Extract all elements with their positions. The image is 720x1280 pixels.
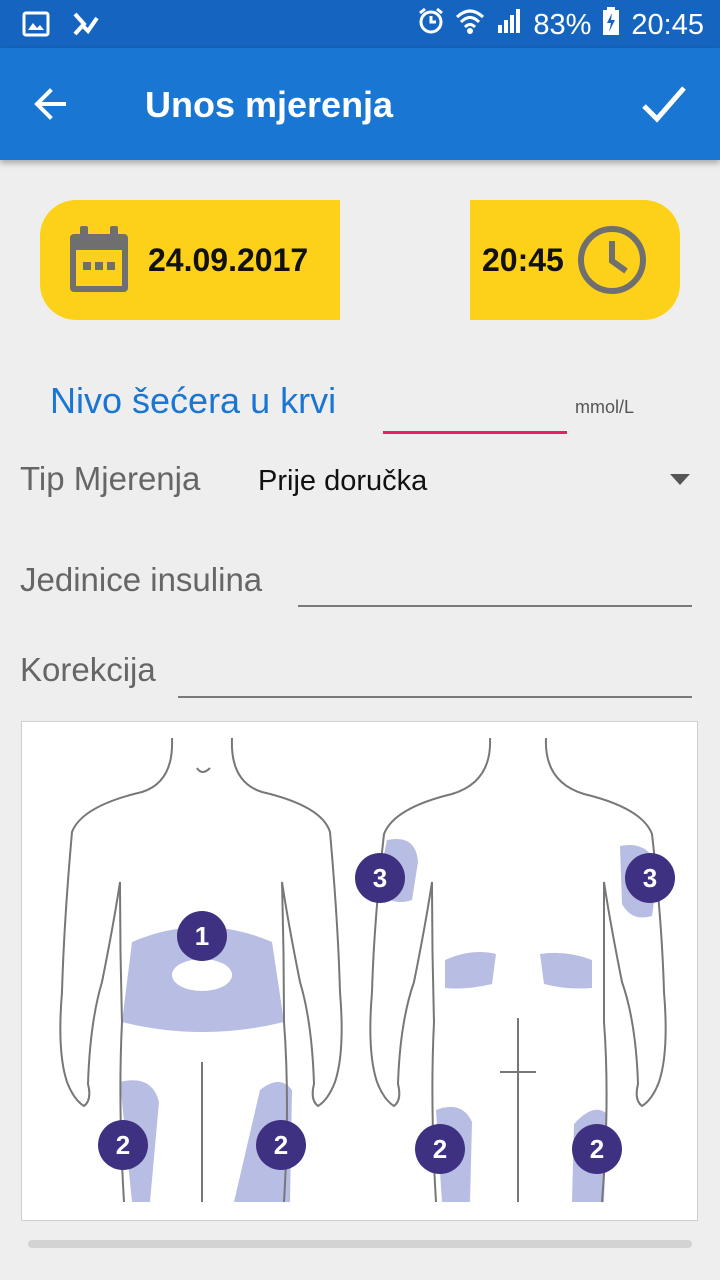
zone-marker[interactable]: 2 — [572, 1124, 622, 1174]
blood-sugar-input[interactable] — [383, 380, 567, 430]
status-time: 20:45 — [631, 8, 704, 41]
blood-sugar-unit: mmol/L — [575, 397, 635, 417]
horizontal-scrollbar[interactable] — [28, 1240, 692, 1248]
zone-back-hip-left — [445, 952, 496, 989]
measurement-type-label: Tip Mjerenja — [20, 460, 201, 497]
zone-marker[interactable]: 1 — [177, 911, 227, 961]
time-picker-button[interactable]: 20:45 — [470, 200, 680, 320]
battery-charging-icon — [601, 6, 621, 44]
app-bar: Unos mjerenja — [0, 48, 720, 160]
insulin-units-label: Jedinice insulina — [20, 561, 263, 598]
battery-percent: 83% — [533, 8, 592, 41]
zone-marker[interactable]: 2 — [256, 1120, 306, 1170]
date-value: 24.09.2017 — [148, 241, 309, 278]
page-title: Unos mjerenja — [145, 84, 394, 125]
checkmark-icon[interactable] — [636, 76, 692, 132]
arrow-left-icon[interactable] — [24, 76, 80, 132]
insulin-units-underline — [298, 605, 692, 607]
injection-sites-diagram: 1 2 2 3 3 2 2 — [21, 721, 698, 1221]
blood-sugar-label: Nivo šećera u krvi — [50, 380, 337, 421]
measurement-type-select[interactable]: Prije doručka — [258, 465, 427, 498]
alarm-icon — [417, 7, 445, 43]
signal-icon — [495, 7, 523, 43]
correction-label: Korekcija — [20, 651, 156, 688]
zone-marker[interactable]: 3 — [625, 853, 675, 903]
image-icon — [22, 10, 50, 43]
zone-back-hip-right — [540, 952, 592, 989]
blood-sugar-underline — [383, 431, 567, 434]
zone-marker[interactable]: 2 — [98, 1120, 148, 1170]
status-bar: 83% 20:45 — [0, 0, 720, 48]
chevron-down-icon[interactable] — [670, 474, 690, 485]
check-notification-icon — [72, 10, 100, 43]
correction-input[interactable] — [178, 645, 692, 695]
clock-icon — [576, 224, 648, 296]
calendar-icon — [66, 224, 132, 296]
correction-underline — [178, 696, 692, 698]
zone-marker[interactable]: 3 — [355, 853, 405, 903]
wifi-icon — [455, 7, 485, 43]
insulin-units-input[interactable] — [298, 555, 692, 605]
zone-marker[interactable]: 2 — [415, 1124, 465, 1174]
date-picker-button[interactable]: 24.09.2017 — [40, 200, 340, 320]
zone-navel-gap — [172, 959, 232, 991]
time-value: 20:45 — [482, 241, 564, 278]
